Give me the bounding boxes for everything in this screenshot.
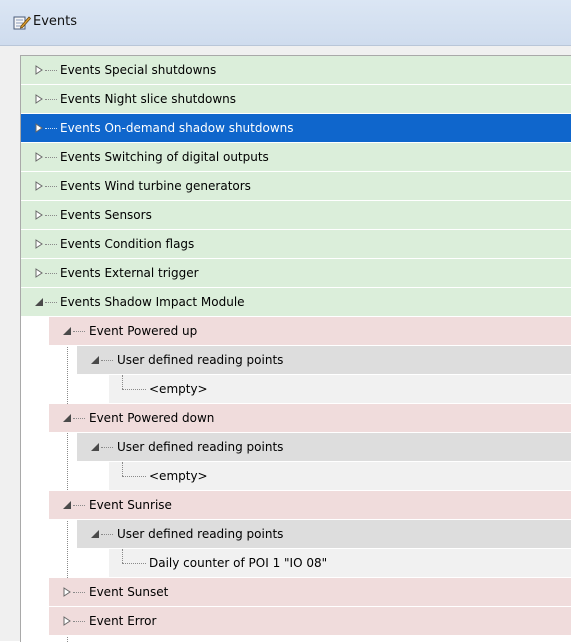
- tree-node-label: Event Error: [89, 614, 157, 628]
- pencil-notepad-icon: [13, 16, 31, 30]
- tree-leaf-label: <empty>: [149, 382, 208, 396]
- events-window: Events Events Special shutdowns Events N…: [0, 0, 571, 642]
- expanded-triangle-icon[interactable]: [62, 413, 72, 423]
- events-tree[interactable]: Events Special shutdowns Events Night sl…: [20, 55, 571, 642]
- expanded-triangle-icon[interactable]: [90, 355, 100, 365]
- tree-node-event-powered-down[interactable]: Event Powered down: [49, 404, 571, 433]
- tree-node-label: User defined reading points: [117, 527, 284, 541]
- tree-node-user-defined-reading-points[interactable]: User defined reading points: [77, 520, 571, 549]
- tree-leaf-empty[interactable]: <empty>: [109, 462, 571, 491]
- tree-node-user-defined-reading-points[interactable]: User defined reading points: [77, 346, 571, 375]
- expanded-triangle-icon[interactable]: [62, 326, 72, 336]
- tree-leaf-empty[interactable]: <empty>: [109, 375, 571, 404]
- expanded-triangle-icon[interactable]: [34, 297, 44, 307]
- tree-node-night-slice-shutdowns[interactable]: Events Night slice shutdowns: [21, 85, 571, 114]
- tree-node-sensors[interactable]: Events Sensors: [21, 201, 571, 230]
- tree-node-label: Events Shadow Impact Module: [60, 295, 245, 309]
- tree-node-label: Event Sunrise: [89, 498, 172, 512]
- tree-node-label: Events Condition flags: [60, 237, 195, 251]
- tree-leaf-daily-counter[interactable]: Daily counter of POI 1 "IO 08": [109, 549, 571, 578]
- collapsed-triangle-icon[interactable]: [34, 94, 44, 104]
- tree-node-condition-flags[interactable]: Events Condition flags: [21, 230, 571, 259]
- tree-node-event-powered-up[interactable]: Event Powered up: [49, 317, 571, 346]
- tree-node-label: Events On-demand shadow shutdowns: [60, 121, 294, 135]
- tree-node-label: Event Powered down: [89, 411, 215, 425]
- tree-node-label: Events Wind turbine generators: [60, 179, 251, 193]
- tree-node-user-defined-reading-points[interactable]: User defined reading points: [77, 433, 571, 462]
- window-title: Events: [33, 14, 78, 29]
- tree-node-event-sunrise[interactable]: Event Sunrise: [49, 491, 571, 520]
- tree-node-label: User defined reading points: [117, 440, 284, 454]
- tree-node-label: Events External trigger: [60, 266, 199, 280]
- tree-node-label: Events Night slice shutdowns: [60, 92, 237, 106]
- expanded-triangle-icon[interactable]: [90, 442, 100, 452]
- tree-node-wind-turbine-generators[interactable]: Events Wind turbine generators: [21, 172, 571, 201]
- expanded-triangle-icon[interactable]: [62, 500, 72, 510]
- collapsed-triangle-icon[interactable]: [62, 616, 72, 626]
- tree-node-label: Events Switching of digital outputs: [60, 150, 269, 164]
- tree-node-shadow-impact-module[interactable]: Events Shadow Impact Module: [21, 288, 571, 317]
- expanded-triangle-icon[interactable]: [90, 529, 100, 539]
- collapsed-triangle-icon[interactable]: [34, 65, 44, 75]
- tree-node-label: Events Sensors: [60, 208, 152, 222]
- tree-node-switching-digital-outputs[interactable]: Events Switching of digital outputs: [21, 143, 571, 172]
- tree-node-label: Event Powered up: [89, 324, 198, 338]
- tree-node-external-trigger[interactable]: Events External trigger: [21, 259, 571, 288]
- collapsed-triangle-icon[interactable]: [34, 181, 44, 191]
- collapsed-triangle-icon[interactable]: [34, 239, 44, 249]
- tree-node-special-shutdowns[interactable]: Events Special shutdowns: [21, 56, 571, 85]
- collapsed-triangle-icon[interactable]: [62, 587, 72, 597]
- tree-leaf-label: <empty>: [149, 469, 208, 483]
- tree-node-event-error[interactable]: Event Error: [49, 607, 571, 636]
- tree-node-label: Events Special shutdowns: [60, 63, 217, 77]
- collapsed-triangle-icon[interactable]: [34, 210, 44, 220]
- title-bar: Events: [0, 0, 571, 46]
- collapsed-triangle-icon[interactable]: [34, 152, 44, 162]
- collapsed-triangle-icon[interactable]: [34, 123, 44, 133]
- tree-node-label: Event Sunset: [89, 585, 169, 599]
- tree-node-event-sunset[interactable]: Event Sunset: [49, 578, 571, 607]
- tree-leaf-label: Daily counter of POI 1 "IO 08": [149, 556, 328, 570]
- tree-node-label: User defined reading points: [117, 353, 284, 367]
- tree-node-on-demand-shadow-shutdowns[interactable]: Events On-demand shadow shutdowns: [21, 114, 571, 143]
- collapsed-triangle-icon[interactable]: [34, 268, 44, 278]
